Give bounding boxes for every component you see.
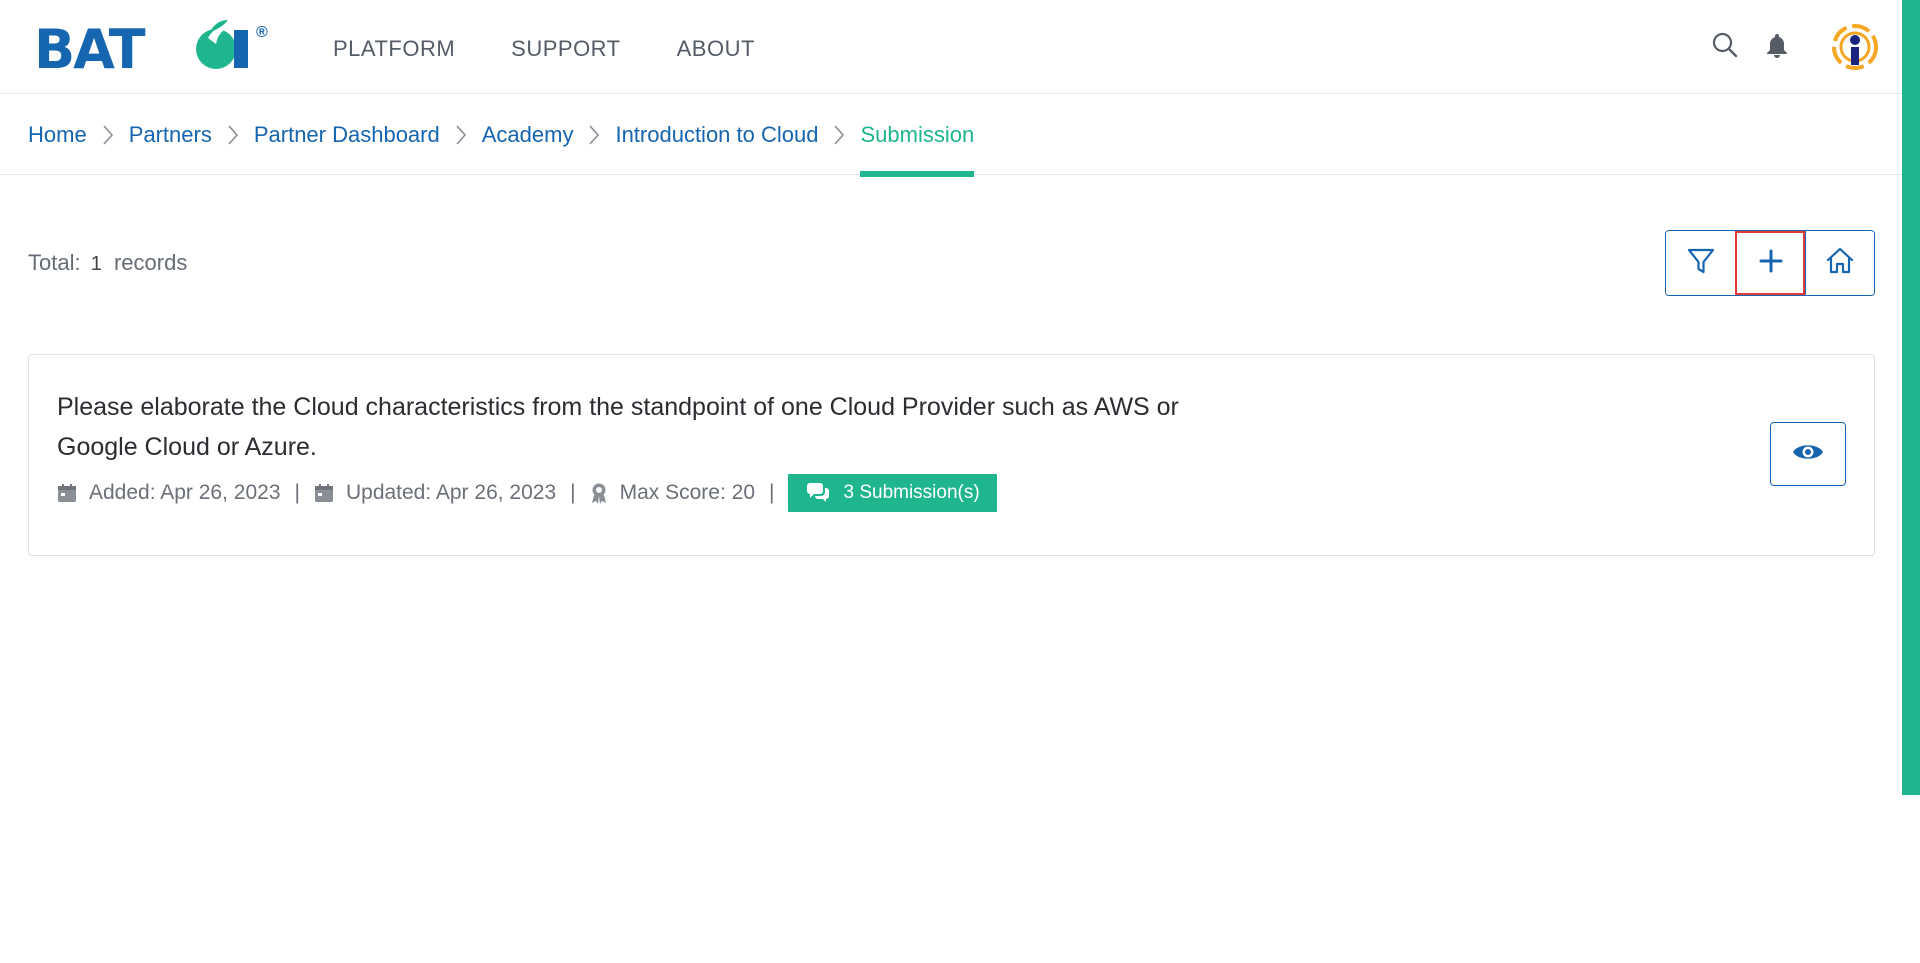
breadcrumb-submission[interactable]: Submission — [860, 94, 974, 177]
svg-text:BAT: BAT — [34, 18, 146, 74]
chevron-right-icon — [573, 94, 615, 175]
breadcrumb-partners[interactable]: Partners — [129, 94, 212, 175]
record-meta: Added: Apr 26, 2023 | Updated: Apr 26, 2… — [57, 473, 997, 513]
user-avatar[interactable] — [1830, 22, 1880, 72]
total-label: Total: — [28, 250, 81, 275]
total-count: 1 — [90, 253, 102, 275]
added-date: Added: Apr 26, 2023 — [89, 481, 281, 504]
record-card: Please elaborate the Cloud characteristi… — [28, 354, 1875, 556]
home-button[interactable] — [1804, 231, 1874, 295]
header-actions — [1710, 30, 1792, 60]
nav-support[interactable]: SUPPORT — [511, 36, 620, 62]
nav-platform[interactable]: PLATFORM — [333, 36, 455, 62]
chevron-right-icon — [212, 94, 254, 175]
breadcrumb-partner-dashboard[interactable]: Partner Dashboard — [254, 94, 440, 175]
view-button[interactable] — [1770, 422, 1846, 486]
chevron-right-icon — [440, 94, 482, 175]
breadcrumb-introduction-to-cloud[interactable]: Introduction to Cloud — [615, 94, 818, 175]
logo-mark: BAT — [34, 18, 248, 81]
award-icon — [590, 482, 608, 504]
submissions-label: 3 Submission(s) — [843, 482, 980, 503]
updated-date: Updated: Apr 26, 2023 — [345, 481, 557, 504]
filter-button[interactable] — [1666, 231, 1736, 295]
batoi-logo[interactable]: BAT ® — [34, 16, 278, 81]
breadcrumb: Home Partners Partner Dashboard Academy … — [28, 94, 974, 177]
calendar-icon — [314, 483, 334, 503]
toolbar-button-group — [1665, 230, 1875, 296]
submissions-button[interactable]: 3 Submission(s) — [788, 474, 997, 512]
eye-icon — [1792, 441, 1824, 468]
chevron-right-icon — [818, 94, 860, 175]
breadcrumb-bar: Home Partners Partner Dashboard Academy … — [0, 94, 1902, 177]
comments-icon — [805, 483, 831, 503]
top-navbar: BAT ® PLATFORM SUPPORT ABOUT — [0, 0, 1902, 94]
nav-about[interactable]: ABOUT — [677, 36, 755, 62]
calendar-icon — [57, 483, 77, 503]
plus-icon — [1757, 247, 1785, 280]
bell-icon[interactable] — [1762, 30, 1792, 60]
chevron-right-icon — [87, 94, 129, 175]
breadcrumb-home[interactable]: Home — [28, 94, 87, 175]
search-icon[interactable] — [1710, 30, 1740, 60]
records-total: Total: 1 records — [28, 250, 187, 276]
breadcrumb-academy[interactable]: Academy — [482, 94, 574, 175]
registered-mark: ® — [256, 24, 268, 41]
max-score: Max Score: 20 — [619, 481, 756, 504]
main-nav: PLATFORM SUPPORT ABOUT — [333, 36, 755, 62]
home-icon — [1824, 245, 1856, 282]
records-label: records — [113, 250, 188, 275]
add-button[interactable] — [1735, 231, 1805, 295]
right-edge-accent — [1902, 0, 1920, 795]
record-title[interactable]: Please elaborate the Cloud characteristi… — [57, 387, 1257, 467]
filter-icon — [1685, 245, 1717, 282]
